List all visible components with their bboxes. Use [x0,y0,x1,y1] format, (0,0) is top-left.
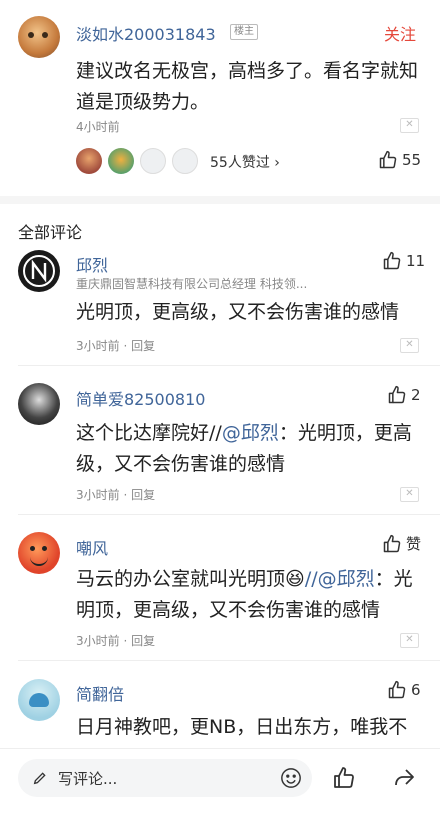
comment-content: 马云的办公室就叫光明顶😆//@邱烈：光明顶，更高级，又不会伤害谁的感情 [76,564,426,626]
dismiss-icon[interactable]: ✕ [400,118,419,133]
like-count: 6 [411,681,421,699]
like-count: 55 [402,151,422,169]
like-count: 11 [406,252,426,270]
avatar[interactable] [18,16,60,58]
owner-badge: 楼主 [230,24,258,40]
thumbs-up-icon [383,251,401,270]
mention-link[interactable]: @邱烈 [222,422,279,444]
liker-avatar[interactable] [76,148,102,174]
user-subtitle: 重庆鼎固智慧科技有限公司总经理 科技领... [76,277,308,291]
comment-time: 4小时前 [76,120,120,134]
emoji-icon[interactable] [280,767,302,789]
username[interactable]: 简翻倍 [76,681,124,705]
divider [18,660,440,661]
content-text: 马云的办公室就叫光明顶 [76,568,286,590]
like-label: 赞 [406,535,422,553]
like-button[interactable]: 6 [387,680,421,700]
comment-meta[interactable]: 3小时前 · 回复 [76,337,155,354]
laughing-emoji-icon: 😆 [285,568,305,590]
section-gap [0,196,440,204]
username[interactable]: 邱烈 [76,252,108,276]
liker-avatar[interactable] [140,148,166,174]
comment-input[interactable]: 写评论... [18,759,312,797]
share-icon[interactable] [392,766,416,790]
like-button[interactable]: 11 [382,251,425,271]
avatar[interactable] [18,250,60,292]
comment-content: 光明顶，更高级，又不会伤害谁的感情 [76,301,400,323]
divider [18,514,440,515]
username[interactable]: 简单爱82500810 [76,386,205,410]
divider [18,365,440,366]
comment-content: 建议改名无极宫，高档多了。看名字就知道是顶级势力。 [76,60,419,113]
thumbs-up-icon [388,680,406,699]
avatar[interactable] [18,532,60,574]
pencil-icon [33,772,46,785]
liker-avatar[interactable] [108,148,134,174]
thumbs-up-icon [379,150,397,169]
liker-avatar[interactable] [172,148,198,174]
username[interactable]: 淡如水200031843 [76,21,216,45]
section-title: 全部评论 [18,223,83,242]
like-count: 2 [411,386,421,404]
content-text: 这个比达摩院好// [76,422,222,444]
dismiss-icon[interactable]: ✕ [400,633,419,648]
mention-link[interactable]: //@邱烈 [305,568,375,590]
comment-meta[interactable]: 3小时前 · 回复 [76,632,155,649]
thumbs-up-icon [383,534,401,552]
like-button[interactable]: 2 [387,385,421,405]
username[interactable]: 嘲风 [76,535,108,559]
thumbs-up-icon[interactable] [332,766,356,790]
like-button[interactable]: 赞 [382,533,421,554]
dismiss-icon[interactable]: ✕ [400,487,419,502]
comment-placeholder: 写评论... [58,770,118,788]
avatar[interactable] [18,679,60,721]
thumbs-up-icon [388,385,406,404]
comment-meta[interactable]: 3小时前 · 回复 [76,486,155,503]
dismiss-icon[interactable]: ✕ [400,338,419,353]
likers-link[interactable]: 55人赞过 › [210,152,280,172]
avatar[interactable] [18,383,60,425]
follow-button[interactable]: 关注 [384,21,416,45]
like-button[interactable]: 55 [378,150,421,170]
comment-content: 这个比达摩院好//@邱烈：光明顶，更高级，又不会伤害谁的感情 [76,418,426,480]
